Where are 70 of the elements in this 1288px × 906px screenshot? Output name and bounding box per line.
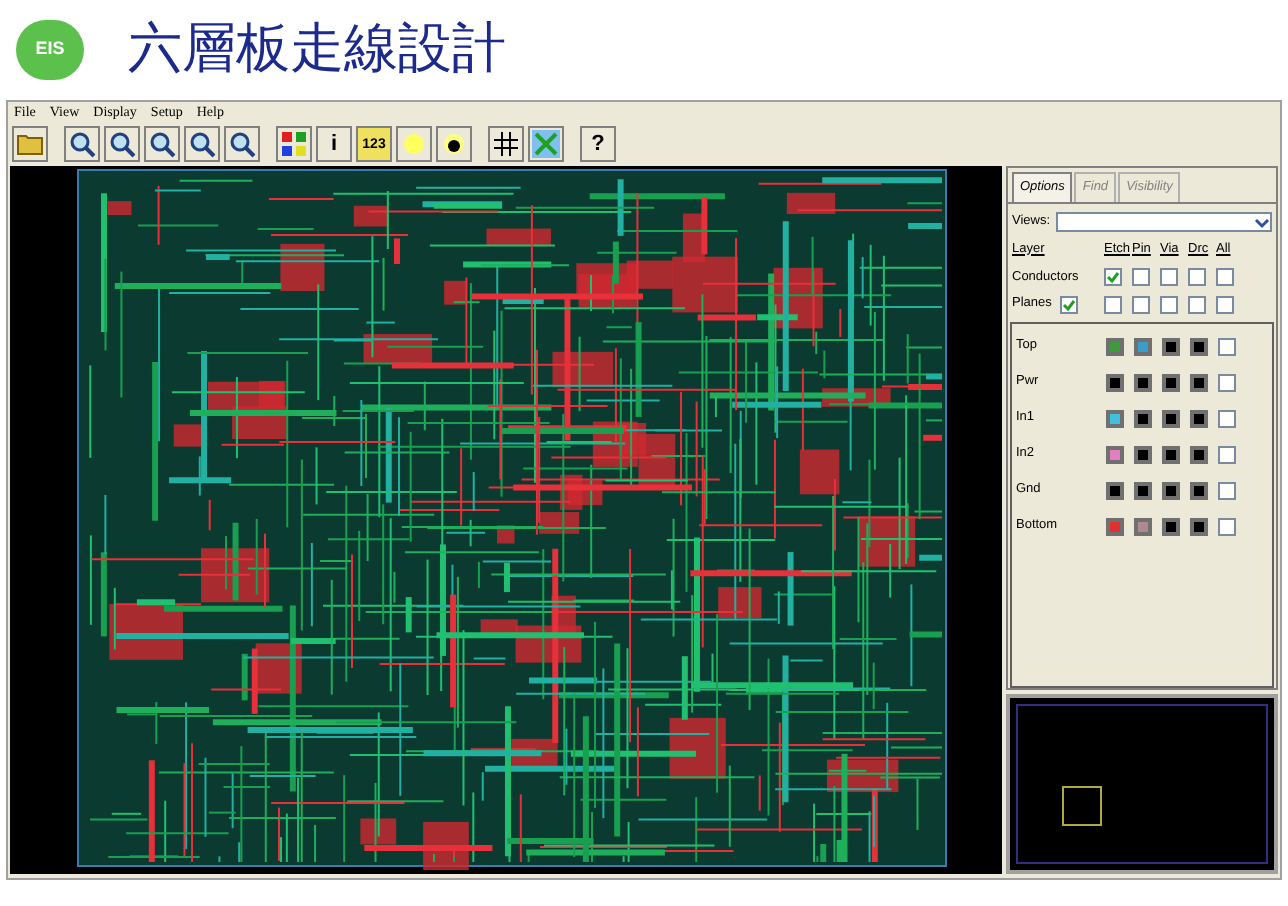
zoom-button[interactable]	[64, 126, 100, 163]
layer-color-swatch[interactable]	[1162, 445, 1180, 463]
layer-color-swatch[interactable]	[1134, 445, 1152, 463]
checkbox[interactable]	[1160, 267, 1178, 286]
checkbox[interactable]	[1188, 295, 1206, 314]
checkbox[interactable]	[1218, 337, 1236, 355]
layer-color-swatch[interactable]	[1162, 409, 1180, 427]
layer-color-swatch[interactable]	[1106, 445, 1124, 463]
grid-button[interactable]	[488, 126, 524, 163]
tool-button[interactable]: i	[316, 126, 352, 163]
dehighlight-button[interactable]	[436, 126, 472, 163]
checkbox[interactable]	[1188, 267, 1206, 286]
slide-title: 六層板走線設計	[128, 15, 506, 84]
grid-icon	[494, 132, 518, 157]
layer-color-swatch[interactable]	[1106, 409, 1124, 427]
layer-color-swatch[interactable]	[1106, 517, 1124, 535]
dot-icon	[442, 132, 466, 157]
checkbox[interactable]	[1218, 409, 1236, 427]
checkbox[interactable]	[1218, 445, 1236, 463]
layer-color-swatch[interactable]	[1190, 337, 1208, 355]
checkbox[interactable]	[1059, 295, 1078, 314]
zoom-button[interactable]	[224, 126, 260, 163]
magnifier-icon	[188, 130, 216, 159]
magnifier-icon	[148, 130, 176, 159]
layer-color-swatch[interactable]	[1190, 409, 1208, 427]
net-icon	[532, 130, 560, 159]
zoom-button[interactable]	[104, 126, 140, 163]
magnifier-icon	[108, 130, 136, 159]
checkbox[interactable]	[1104, 267, 1122, 286]
checkbox[interactable]	[1160, 295, 1178, 314]
folder-icon	[16, 132, 44, 157]
layer-color-swatch[interactable]	[1162, 373, 1180, 391]
layer-color-swatch[interactable]	[1162, 517, 1180, 535]
zoom-button[interactable]	[184, 126, 220, 163]
magnifier-icon	[228, 130, 256, 159]
checkbox[interactable]	[1132, 295, 1150, 314]
layer-color-swatch[interactable]	[1106, 481, 1124, 499]
layer-color-swatch[interactable]	[1134, 517, 1152, 535]
layer-color-swatch[interactable]	[1190, 481, 1208, 499]
layer-color-swatch[interactable]	[1134, 337, 1152, 355]
checkbox[interactable]	[1218, 481, 1236, 499]
checkbox[interactable]	[1216, 267, 1234, 286]
checkbox[interactable]	[1132, 267, 1150, 286]
check-icon	[1061, 297, 1076, 312]
layer-color-swatch[interactable]	[1162, 337, 1180, 355]
tool-button[interactable]: ?	[580, 126, 616, 163]
highlight-button[interactable]	[396, 126, 432, 163]
circle-icon	[402, 132, 426, 157]
logo: EIS	[16, 20, 84, 80]
checkbox[interactable]	[1104, 295, 1122, 314]
colors-button[interactable]	[276, 126, 312, 163]
color-grid-icon	[280, 130, 308, 159]
layer-color-swatch[interactable]	[1190, 373, 1208, 391]
layer-color-swatch[interactable]	[1190, 517, 1208, 535]
layer-color-swatch[interactable]	[1190, 445, 1208, 463]
layer-color-swatch[interactable]	[1106, 337, 1124, 355]
layer-color-swatch[interactable]	[1134, 409, 1152, 427]
checkbox[interactable]	[1218, 517, 1236, 535]
checkbox[interactable]	[1216, 295, 1234, 314]
layer-color-swatch[interactable]	[1134, 481, 1152, 499]
open-folder-button[interactable]	[12, 126, 48, 163]
zoom-button[interactable]	[144, 126, 180, 163]
layer-color-swatch[interactable]	[1106, 373, 1124, 391]
checkbox[interactable]	[1218, 373, 1236, 391]
layer-color-swatch[interactable]	[1134, 373, 1152, 391]
views-dropdown[interactable]	[1056, 211, 1272, 232]
check-icon	[1106, 269, 1120, 284]
layer-color-swatch[interactable]	[1162, 481, 1180, 499]
view-rectangle	[1062, 786, 1102, 826]
magnifier-icon	[68, 130, 96, 159]
